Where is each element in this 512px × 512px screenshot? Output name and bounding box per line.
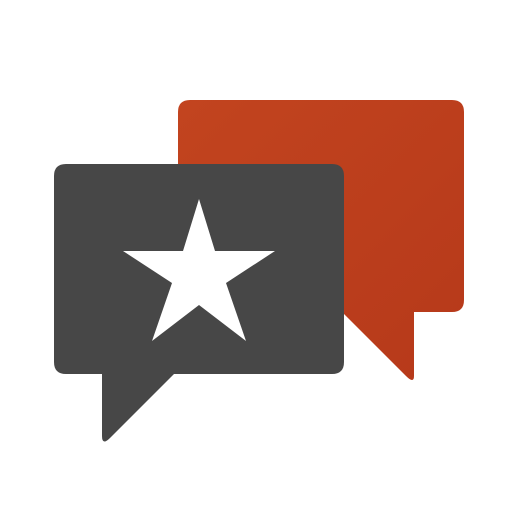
app-logo (0, 0, 512, 512)
logo-graphic (54, 100, 464, 442)
